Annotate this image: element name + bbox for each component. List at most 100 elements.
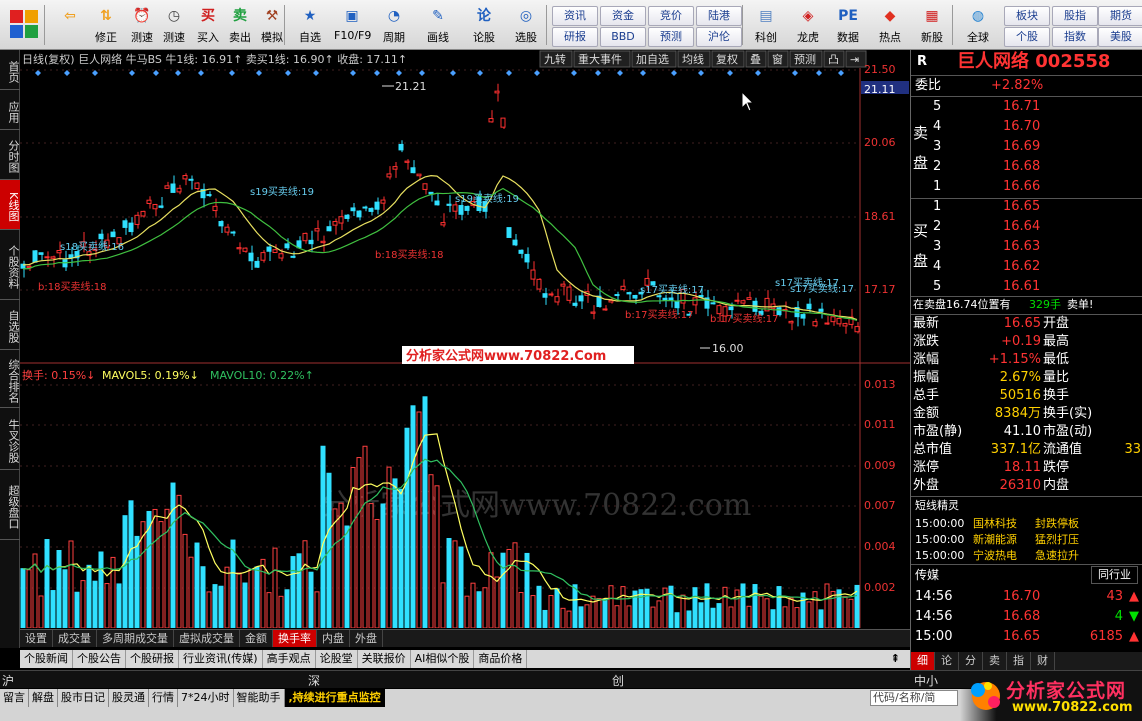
tick-time: 14:56 xyxy=(915,609,953,624)
longhu-button[interactable]: ◈ 龙虎 xyxy=(790,2,826,48)
search-input[interactable]: 代码/名称/简 xyxy=(870,690,958,706)
stat-label: 总市值 xyxy=(913,442,953,457)
quote-tab[interactable]: 指 xyxy=(1007,652,1031,670)
back-button[interactable]: ⇦ xyxy=(52,2,88,48)
chart-header-button[interactable]: 叠 xyxy=(745,50,767,68)
indicator-tab[interactable]: 设置 xyxy=(20,630,53,647)
info-tab[interactable]: 个股公告 xyxy=(73,650,126,668)
status-button[interactable]: 股市日记 xyxy=(58,689,109,707)
status-button[interactable]: 解盘 xyxy=(29,689,58,707)
market-button[interactable]: ◷ 测速 xyxy=(156,2,192,48)
newstock-button[interactable]: ▦ 新股 xyxy=(914,2,950,48)
quick-button[interactable]: 期货 xyxy=(1098,6,1142,26)
index-item[interactable]: 深 xyxy=(308,672,320,689)
theory-button[interactable]: 论论股 xyxy=(466,2,502,48)
kechuang-button[interactable]: ▤ 科创 xyxy=(748,2,784,48)
chart-header-button[interactable]: ⇥ xyxy=(845,50,867,68)
data-label: 数据 xyxy=(837,31,859,44)
status-button[interactable]: 股灵通 xyxy=(109,689,149,707)
draw-button[interactable]: ✎ 画线 xyxy=(420,2,456,48)
indicator-tab[interactable]: 外盘 xyxy=(350,630,383,647)
info-tab[interactable]: 个股研报 xyxy=(126,650,179,668)
quote-tab[interactable]: 论 xyxy=(935,652,959,670)
hot-button[interactable]: ◆ 热点 xyxy=(872,2,908,48)
same-industry-button[interactable]: 同行业 xyxy=(1091,566,1138,584)
status-button[interactable]: 留言 xyxy=(0,689,29,707)
left-tab[interactable]: 个股资料 xyxy=(0,230,20,300)
quick-button[interactable]: 指数 xyxy=(1052,27,1098,47)
status-button[interactable]: 行情 xyxy=(149,689,178,707)
revise-button[interactable]: ⇅ 修正 xyxy=(88,2,124,48)
left-tab[interactable]: 应用 xyxy=(0,90,20,130)
chart-header-button[interactable]: 凸 xyxy=(823,50,845,68)
info-tab[interactable]: 论股堂 xyxy=(316,650,358,668)
chart-header-button[interactable]: 预测 xyxy=(789,50,823,68)
quote-tab[interactable]: 细 xyxy=(911,652,935,670)
info-tab[interactable]: 个股新闻 xyxy=(20,650,73,668)
f10-button[interactable]: ▣ F10/F9 xyxy=(334,2,371,48)
quote-tab[interactable]: 卖 xyxy=(983,652,1007,670)
left-tab[interactable]: 自选股 xyxy=(0,300,20,350)
quick-button[interactable]: 竞价 xyxy=(648,6,694,26)
info-tab[interactable]: AI相似个股 xyxy=(411,650,475,668)
left-tab[interactable]: K线图 xyxy=(0,180,20,230)
left-tab[interactable]: 首页 xyxy=(0,50,20,90)
index-item[interactable]: 沪 xyxy=(2,672,14,689)
buy-button[interactable]: 买买入 xyxy=(190,2,226,48)
left-tab[interactable]: 综合排名 xyxy=(0,350,20,408)
indicator-tab[interactable]: 虚拟成交量 xyxy=(174,630,240,647)
quick-button[interactable]: 资金 xyxy=(600,6,646,26)
elf-stock[interactable]: 宁波热电 xyxy=(973,547,1017,565)
data-button[interactable]: PE 数据 xyxy=(830,2,866,48)
global-button[interactable]: ◍ 全球 xyxy=(960,2,996,48)
info-tab[interactable]: 高手观点 xyxy=(263,650,316,668)
quick-button[interactable]: 资讯 xyxy=(552,6,598,26)
info-tab[interactable]: 行业资讯(传媒) xyxy=(179,650,263,668)
chart-header-button[interactable]: 重大事件 xyxy=(573,50,631,68)
candle-body xyxy=(362,206,368,209)
candle-body xyxy=(392,166,398,170)
chart-header-button[interactable]: 复权 xyxy=(711,50,745,68)
quick-button[interactable]: 沪伦 xyxy=(696,27,742,47)
quick-button[interactable]: 美股 xyxy=(1098,27,1142,47)
quote-tab[interactable]: 财 xyxy=(1031,652,1055,670)
signal-marker xyxy=(506,70,512,76)
chart-header-button[interactable]: 均线 xyxy=(677,50,711,68)
indicator-tab[interactable]: 内盘 xyxy=(317,630,350,647)
status-button[interactable]: 智能助手 xyxy=(234,689,285,707)
price-axis-label: 21.50 xyxy=(864,63,896,76)
quick-button[interactable]: 板块 xyxy=(1004,6,1050,26)
chart-header-button[interactable]: 窗 xyxy=(767,50,789,68)
volume-bar xyxy=(242,582,248,629)
indicator-tab[interactable]: 多周期成交量 xyxy=(97,630,174,647)
indicator-tab[interactable]: 成交量 xyxy=(53,630,97,647)
index-item[interactable]: 中小 xyxy=(914,672,938,689)
test-button[interactable]: ⏰ 测速 xyxy=(124,2,160,48)
app-logo-icon[interactable] xyxy=(6,2,42,48)
quick-button[interactable]: 预测 xyxy=(648,27,694,47)
status-button[interactable]: 7*24小时 xyxy=(178,689,234,707)
quick-button[interactable]: 陆港 xyxy=(696,6,742,26)
quick-button[interactable]: 研报 xyxy=(552,27,598,47)
pick-button[interactable]: ◎ 选股 xyxy=(508,2,544,48)
indicator-tab[interactable]: 换手率 xyxy=(273,630,317,647)
quick-button[interactable]: 个股 xyxy=(1004,27,1050,47)
expand-icon[interactable]: ⇞ xyxy=(887,650,904,668)
left-tab[interactable]: 分时图 xyxy=(0,130,20,180)
sell-button[interactable]: 卖卖出 xyxy=(222,2,258,48)
info-tab[interactable]: 关联报价 xyxy=(358,650,411,668)
quick-button[interactable]: BBD xyxy=(600,27,646,47)
chart-header-button[interactable]: 九转 xyxy=(539,50,573,68)
indicator-tab[interactable]: 金额 xyxy=(240,630,273,647)
chart-header-button[interactable]: 加自选 xyxy=(631,50,677,68)
left-tab[interactable]: 牛叉诊股 xyxy=(0,408,20,470)
quick-button[interactable]: 股指 xyxy=(1052,6,1098,26)
favorites-button[interactable]: ★ 自选 xyxy=(292,2,328,48)
period-button[interactable]: ◔ 周期 xyxy=(376,2,412,48)
left-tab[interactable]: 超级盘口 xyxy=(0,470,20,540)
info-tab[interactable]: 商品价格 xyxy=(474,650,528,668)
kline-chart[interactable]: 日线(复权) 巨人网络 牛马BS 牛1线: 16.91↑ 卖买1线: 16.90… xyxy=(20,50,910,629)
index-item[interactable]: 创 xyxy=(612,672,624,689)
quote-tab[interactable]: 分 xyxy=(959,652,983,670)
candle-body xyxy=(716,305,722,315)
